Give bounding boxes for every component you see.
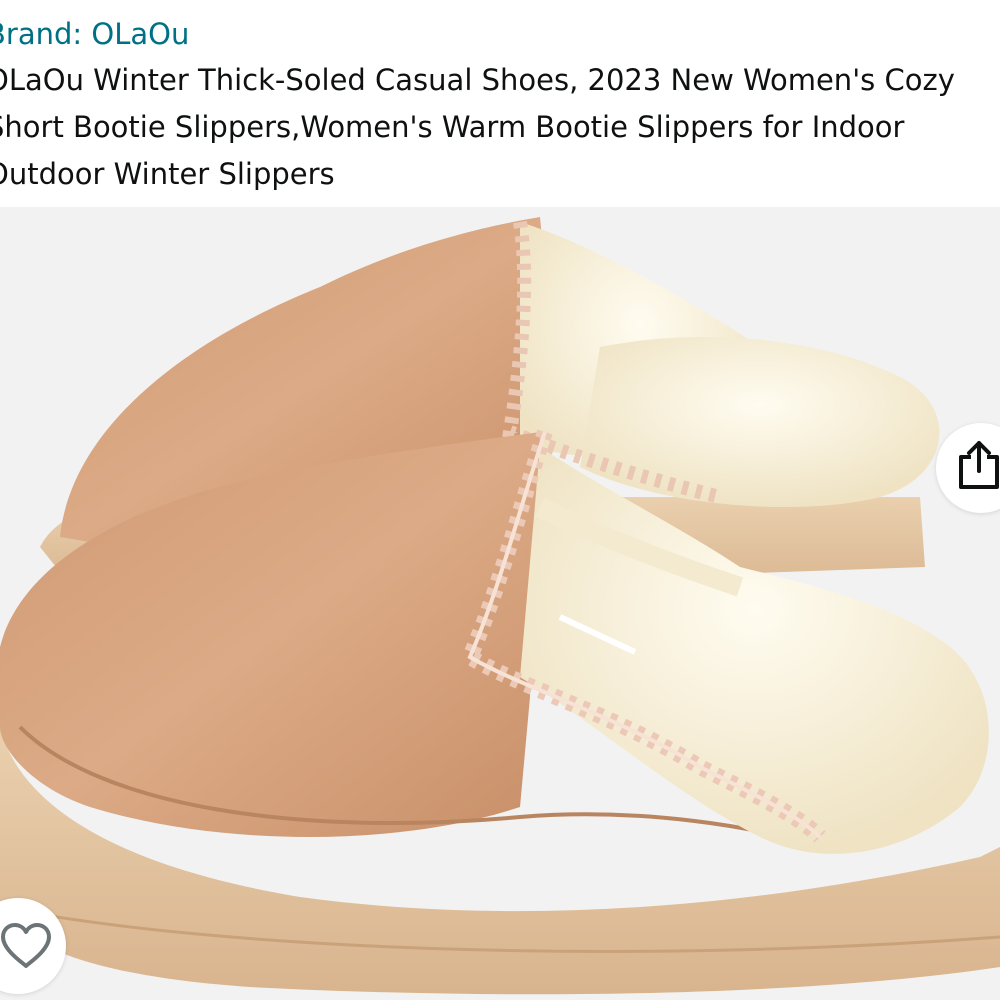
share-icon [959, 441, 999, 489]
heart-outline-icon [1, 923, 51, 968]
brand-link[interactable]: Brand: OLaOu [0, 14, 189, 54]
product-title: OLaOu Winter Thick-Soled Casual Shoes, 2… [0, 57, 1000, 198]
product-title-line-3: Outdoor Winter Slippers [0, 157, 335, 191]
product-image-gallery[interactable] [0, 207, 1000, 1000]
product-image [0, 217, 1000, 995]
product-title-line-1: OLaOu Winter Thick-Soled Casual Shoes, 2… [0, 63, 955, 97]
product-title-line-2: Short Bootie Slippers,Women's Warm Booti… [0, 110, 905, 144]
